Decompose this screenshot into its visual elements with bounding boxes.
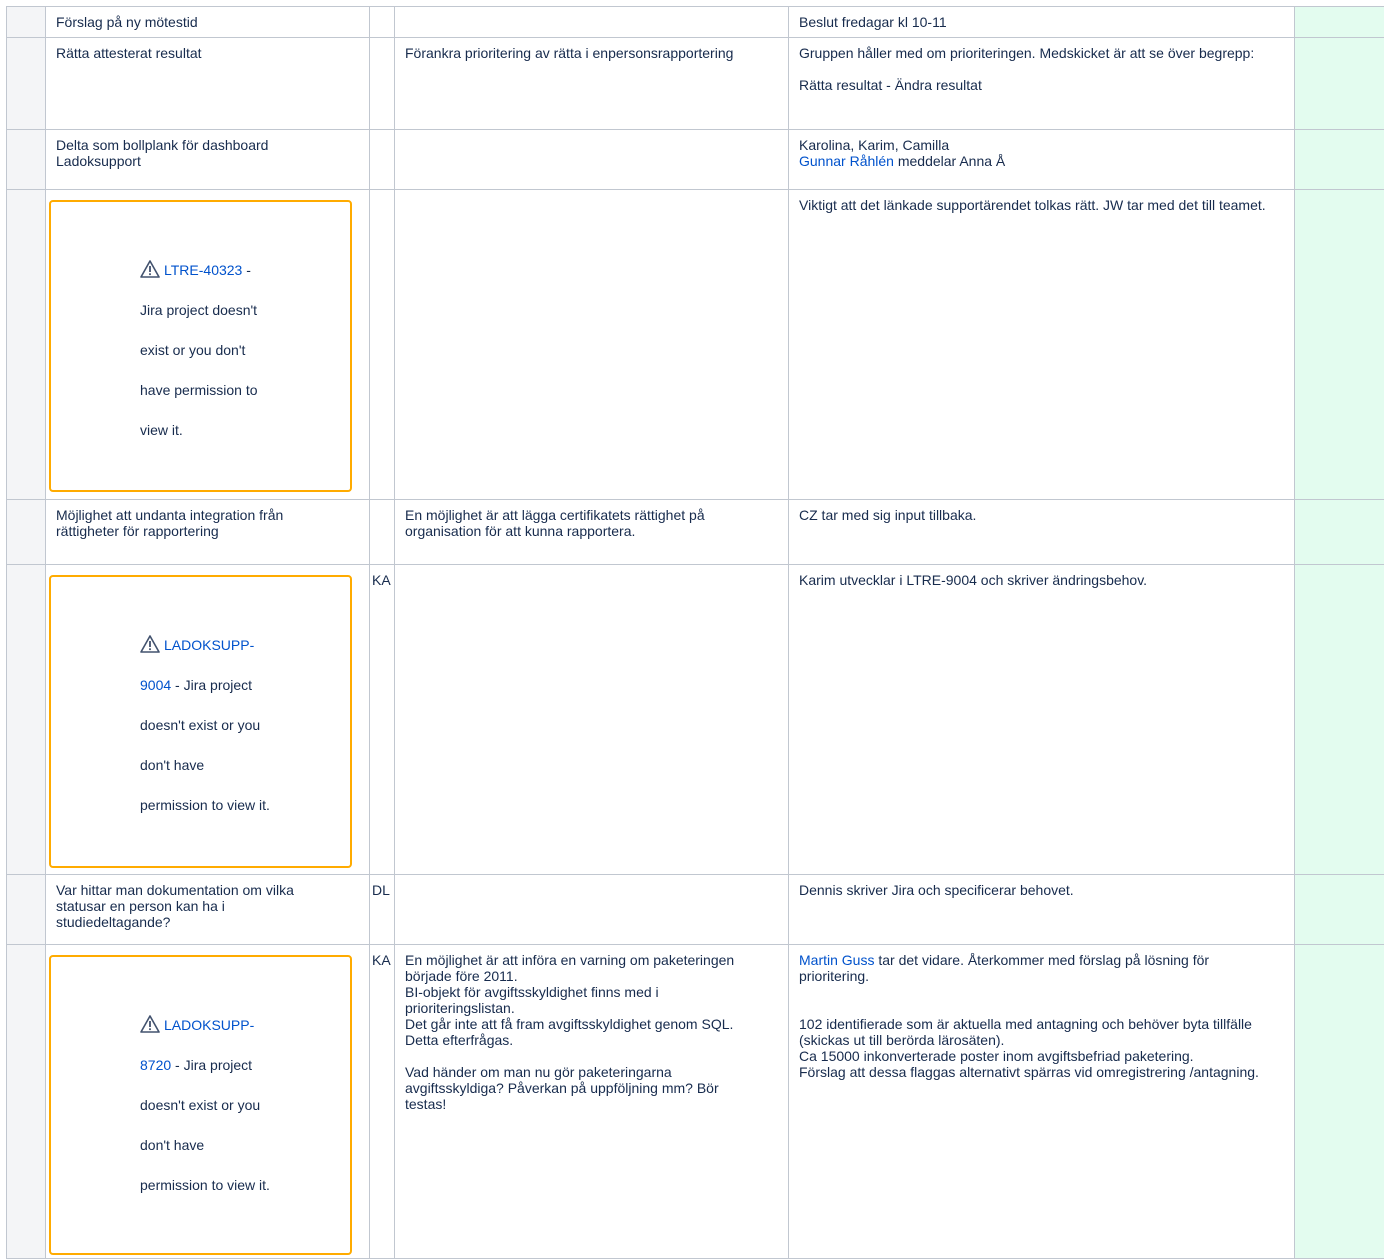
table-row: Förslag på ny mötestid Beslut fredagar k… (7, 7, 1384, 38)
discussion-cell (395, 190, 789, 500)
responsible-cell (370, 190, 395, 500)
jira-issue-text: don't have (140, 1125, 310, 1165)
status-cell (1295, 945, 1384, 1259)
table-row: Delta som bollplank för dashboard Ladoks… (7, 130, 1384, 190)
discussion-text: En möjlighet är att lägga certifikatets … (405, 507, 765, 539)
jira-issue-text: - Jira project (171, 677, 252, 693)
jira-issue-macro: LADOKSUPP- 9004 - Jira project doesn't e… (49, 575, 352, 868)
jira-issue-link[interactable]: LADOKSUPP- (164, 637, 254, 653)
jira-issue-text: doesn't exist or you (140, 705, 310, 745)
warning-icon (140, 1015, 160, 1033)
responsible-cell (370, 500, 395, 565)
decision-text: Gruppen håller med om prioriteringen. Me… (799, 45, 1284, 61)
topic-cell: Förslag på ny mötestid (46, 7, 370, 38)
jira-issue-link[interactable]: LADOKSUPP- (164, 1017, 254, 1033)
discussion-cell (395, 7, 789, 38)
table-row: LADOKSUPP- 9004 - Jira project doesn't e… (7, 565, 1384, 875)
decision-text: Viktigt att det länkade supportärendet t… (799, 197, 1289, 213)
warning-icon (140, 635, 160, 653)
row-number-cell (7, 7, 46, 38)
discussion-cell (395, 875, 789, 945)
decision-cell: Gruppen håller med om prioriteringen. Me… (789, 38, 1295, 130)
jira-issue-text: doesn't exist or you (140, 1085, 310, 1125)
topic-text: Möjlighet att undanta integration från r… (56, 507, 326, 539)
decision-text: meddelar Anna Å (894, 153, 1005, 169)
discussion-cell (395, 565, 789, 875)
discussion-cell: Förankra prioritering av rätta i enperso… (395, 38, 789, 130)
decision-cell: Karim utvecklar i LTRE-9004 och skriver … (789, 565, 1295, 875)
status-cell (1295, 875, 1384, 945)
decision-cell: Beslut fredagar kl 10-11 (789, 7, 1295, 38)
decision-text: Ca 15000 inkonverterade poster inom avgi… (799, 1048, 1277, 1064)
table-row: Var hittar man dokumentation om vilka st… (7, 875, 1384, 945)
topic-cell: LADOKSUPP- 8720 - Jira project doesn't e… (46, 945, 370, 1259)
responsible-cell (370, 130, 395, 190)
jira-issue-text: view it. (140, 410, 310, 450)
jira-issue-text: exist or you don't (140, 330, 310, 370)
jira-issue-link[interactable]: 9004 (140, 677, 171, 693)
topic-text: Delta som bollplank för dashboard Ladoks… (56, 137, 296, 169)
topic-cell: Var hittar man dokumentation om vilka st… (46, 875, 370, 945)
jira-issue-text: permission to view it. (140, 785, 310, 825)
jira-issue-macro: LADOKSUPP- 8720 - Jira project doesn't e… (49, 955, 352, 1255)
discussion-cell: En möjlighet är att införa en varning om… (395, 945, 789, 1259)
discussion-text: Det går inte att få fram avgiftsskyldigh… (405, 1016, 750, 1048)
jira-issue-text: - (242, 262, 251, 278)
topic-cell: LTRE-40323 - Jira project doesn't exist … (46, 190, 370, 500)
decision-text: Karolina, Karim, Camilla (799, 137, 1284, 153)
jira-issue-text: permission to view it. (140, 1165, 310, 1205)
status-cell (1295, 565, 1384, 875)
jira-issue-macro: LTRE-40323 - Jira project doesn't exist … (49, 200, 352, 492)
table-row: LADOKSUPP- 8720 - Jira project doesn't e… (7, 945, 1384, 1259)
row-number-cell (7, 500, 46, 565)
decision-cell: Viktigt att det länkade supportärendet t… (789, 190, 1295, 500)
table-row: LTRE-40323 - Jira project doesn't exist … (7, 190, 1384, 500)
decision-cell: Martin Guss tar det vidare. Återkommer m… (789, 945, 1295, 1259)
responsible-cell (370, 7, 395, 38)
decision-text: Rätta resultat - Ändra resultat (799, 77, 1284, 93)
topic-cell: Rätta attesterat resultat (46, 38, 370, 130)
meeting-table: Förslag på ny mötestid Beslut fredagar k… (6, 6, 1384, 1259)
decision-text: Förslag att dessa flaggas alternativt sp… (799, 1064, 1277, 1080)
table-row: Möjlighet att undanta integration från r… (7, 500, 1384, 565)
responsible-cell (370, 38, 395, 130)
topic-cell: Möjlighet att undanta integration från r… (46, 500, 370, 565)
status-cell (1295, 130, 1384, 190)
decision-cell: Karolina, Karim, Camilla Gunnar Råhlén m… (789, 130, 1295, 190)
discussion-cell: En möjlighet är att lägga certifikatets … (395, 500, 789, 565)
user-mention-link[interactable]: Martin Guss (799, 952, 874, 968)
discussion-cell (395, 130, 789, 190)
row-number-cell (7, 190, 46, 500)
topic-cell: LADOKSUPP- 9004 - Jira project doesn't e… (46, 565, 370, 875)
responsible-cell: KA (370, 565, 395, 875)
decision-cell: CZ tar med sig input tillbaka. (789, 500, 1295, 565)
jira-issue-text: have permission to (140, 370, 310, 410)
row-number-cell (7, 38, 46, 130)
jira-issue-link[interactable]: 8720 (140, 1057, 171, 1073)
discussion-text: Vad händer om man nu gör paketeringarna … (405, 1064, 750, 1112)
discussion-text: BI-objekt för avgiftsskyldighet finns me… (405, 984, 750, 1016)
discussion-text: En möjlighet är att införa en varning om… (405, 952, 750, 984)
table-row: Rätta attesterat resultat Förankra prior… (7, 38, 1384, 130)
decision-text: 102 identifierade som är aktuella med an… (799, 1016, 1277, 1048)
row-number-cell (7, 565, 46, 875)
user-mention-link[interactable]: Gunnar Råhlén (799, 153, 894, 169)
topic-text: Var hittar man dokumentation om vilka st… (56, 882, 326, 930)
status-cell (1295, 38, 1384, 130)
jira-issue-text: - Jira project (171, 1057, 252, 1073)
responsible-cell: DL (370, 875, 395, 945)
jira-issue-text: Jira project doesn't (140, 290, 310, 330)
status-cell (1295, 7, 1384, 38)
jira-issue-text: don't have (140, 745, 310, 785)
row-number-cell (7, 945, 46, 1259)
responsible-cell: KA (370, 945, 395, 1259)
warning-icon (140, 260, 160, 278)
row-number-cell (7, 130, 46, 190)
status-cell (1295, 500, 1384, 565)
jira-issue-link[interactable]: LTRE-40323 (164, 262, 242, 278)
decision-cell: Dennis skriver Jira och specificerar beh… (789, 875, 1295, 945)
row-number-cell (7, 875, 46, 945)
status-cell (1295, 190, 1384, 500)
topic-cell: Delta som bollplank för dashboard Ladoks… (46, 130, 370, 190)
